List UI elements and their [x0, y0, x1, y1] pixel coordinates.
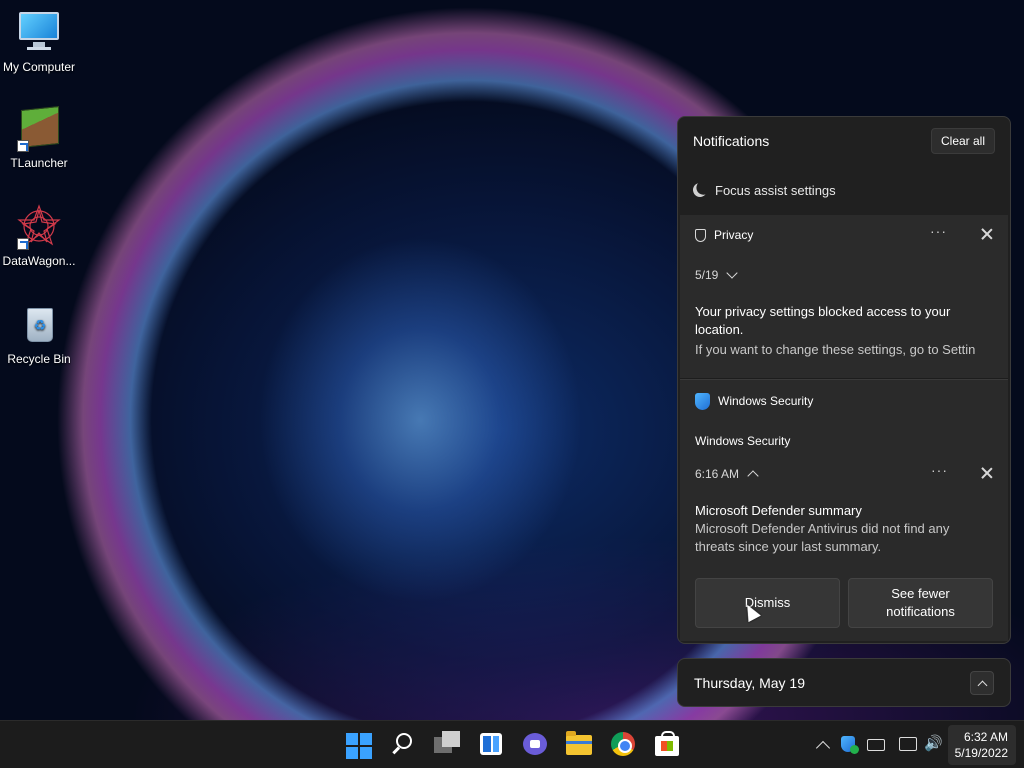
chat-icon[interactable]: [522, 731, 548, 757]
notification-title: Your privacy settings blocked access to …: [695, 304, 951, 337]
collapse-toggle[interactable]: 6:16 AM: [695, 466, 993, 482]
notification-body: If you want to change these settings, go…: [695, 342, 976, 357]
desktop-icon-label: DataWagon...: [2, 254, 76, 268]
chevron-down-icon: [726, 267, 739, 279]
network-icon[interactable]: [899, 737, 917, 751]
see-fewer-label-line2: notifications: [886, 604, 955, 619]
calendar-date: Thursday, May 19: [694, 674, 806, 691]
microsoft-store-icon[interactable]: [654, 731, 680, 757]
start-icon[interactable]: [346, 733, 372, 759]
more-options-icon[interactable]: ···: [930, 223, 947, 239]
focus-assist-label: Focus assist settings: [715, 182, 836, 198]
widgets-icon[interactable]: [478, 731, 504, 757]
notifications-title: Notifications: [693, 133, 770, 149]
notification-center: Notifications Clear all Focus assist set…: [677, 116, 1011, 644]
notification-body-line1: Microsoft Defender Antivirus did not fin…: [695, 521, 950, 536]
notification-date: 5/19: [695, 268, 719, 282]
keyboard-icon[interactable]: [867, 739, 885, 751]
dismiss-button[interactable]: Dismiss: [695, 578, 840, 628]
clock-time: 6:32 AM: [963, 730, 1008, 744]
calendar-panel: Thursday, May 19: [677, 658, 1011, 707]
clear-all-button[interactable]: Clear all: [930, 128, 995, 154]
notification-title: Microsoft Defender summary: [695, 503, 862, 518]
chevron-up-icon: [747, 469, 759, 482]
taskbar-clock[interactable]: 6:32 AM 5/19/2022: [948, 725, 1016, 765]
moon-icon: [691, 181, 709, 199]
show-hidden-icons-chevron-up-icon[interactable]: [815, 740, 831, 756]
notification-time: 6:16 AM: [695, 467, 740, 481]
focus-assist-settings-link[interactable]: Focus assist settings: [678, 165, 1010, 215]
calendar-collapse-button[interactable]: [970, 670, 994, 695]
shortcut-arrow-icon: [17, 140, 29, 152]
see-fewer-label-line1: See fewer: [891, 586, 950, 601]
task-view-icon[interactable]: [434, 731, 460, 757]
close-icon[interactable]: [980, 227, 994, 241]
privacy-notification[interactable]: Privacy ··· 5/19 Your privacy settings b…: [680, 215, 1008, 379]
recycle-bin-icon: ♻: [17, 302, 61, 346]
shortcut-arrow-icon: [17, 238, 29, 250]
close-icon[interactable]: [980, 466, 994, 480]
notification-app-name: Windows Security: [718, 394, 814, 408]
desktop-icon-label: My Computer: [2, 60, 76, 74]
notification-subheader: Windows Security: [695, 434, 791, 448]
computer-icon: [17, 10, 61, 54]
windows-security-icon: [695, 392, 710, 410]
desktop-icon-label: Recycle Bin: [7, 352, 71, 366]
minecraft-block-icon: [17, 106, 61, 152]
file-explorer-icon[interactable]: [566, 731, 592, 757]
desktop-icon-label: TLauncher: [10, 156, 68, 170]
see-fewer-notifications-button[interactable]: See fewer notifications: [848, 578, 993, 628]
taskbar: 🔊 6:32 AM 5/19/2022: [0, 720, 1024, 768]
more-options-icon[interactable]: ···: [931, 462, 948, 478]
windows-security-tray-icon[interactable]: [841, 736, 859, 754]
desktop-icon-recycle-bin[interactable]: ♻ Recycle Bin: [0, 302, 78, 366]
windows-security-notification[interactable]: Windows Security Windows Security 6:16 A…: [680, 379, 1008, 641]
clock-date: 5/19/2022: [954, 746, 1008, 760]
datawagon-icon: [17, 204, 61, 250]
desktop-icon-my-computer[interactable]: My Computer: [0, 10, 78, 74]
expand-toggle[interactable]: 5/19: [695, 267, 993, 283]
notification-body-line2: threats since your last summary.: [695, 539, 882, 554]
search-icon[interactable]: [390, 731, 416, 757]
volume-icon[interactable]: 🔊: [924, 736, 943, 752]
chrome-icon[interactable]: [610, 731, 636, 757]
shield-icon: [695, 228, 706, 242]
desktop-icon-datawagon[interactable]: DataWagon...: [0, 204, 78, 268]
notification-app-name: Privacy: [714, 228, 754, 242]
desktop-icon-tlauncher[interactable]: TLauncher: [0, 106, 78, 170]
